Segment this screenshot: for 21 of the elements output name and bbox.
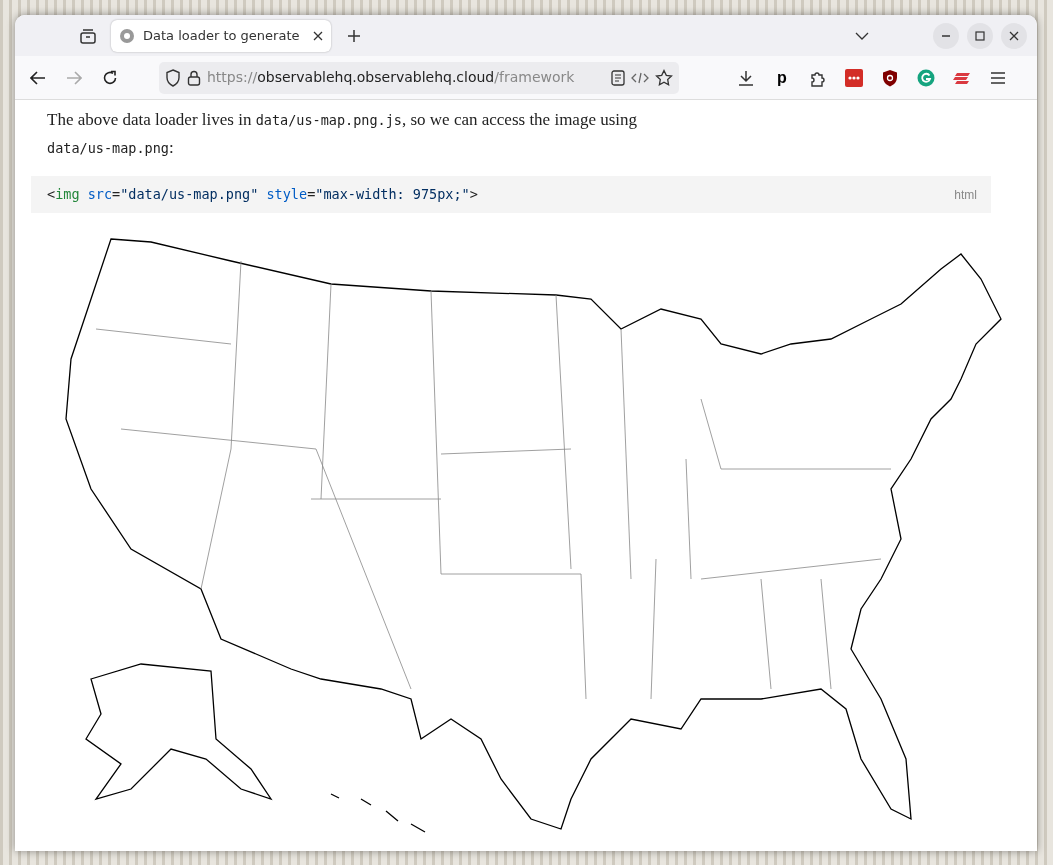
code-language-label: html <box>954 186 977 204</box>
paragraph: The above data loader lives in data/us-map.png.js, so we can access the image using data/us-map.png: <box>47 109 639 159</box>
url-text: https://observablehq.observablehq.cloud/framework <box>207 68 576 87</box>
minimize-icon <box>941 34 951 37</box>
lock-icon <box>187 69 201 86</box>
browser-tab[interactable]: Data loader to generate <box>111 19 331 52</box>
minimize-button[interactable] <box>933 22 959 49</box>
close-icon <box>1009 30 1019 41</box>
close-button[interactable] <box>1001 22 1027 49</box>
address-bar[interactable]: https://observablehq.observablehq.cloud/framework <box>159 61 679 94</box>
code-line: <img src="data/us-map.png" style="max-width: 975px;"> <box>47 185 478 205</box>
tab-title: Data loader to generate <box>143 26 301 45</box>
close-tab-icon[interactable] <box>313 30 323 41</box>
maximize-button[interactable] <box>967 22 993 49</box>
maximize-icon <box>975 30 985 41</box>
shield-icon <box>165 68 181 87</box>
code-icon[interactable] <box>631 70 649 85</box>
reader-view-icon[interactable] <box>611 69 625 86</box>
site-icon <box>119 27 135 44</box>
star-icon[interactable] <box>655 68 673 87</box>
extension-button[interactable]: p <box>767 62 797 93</box>
